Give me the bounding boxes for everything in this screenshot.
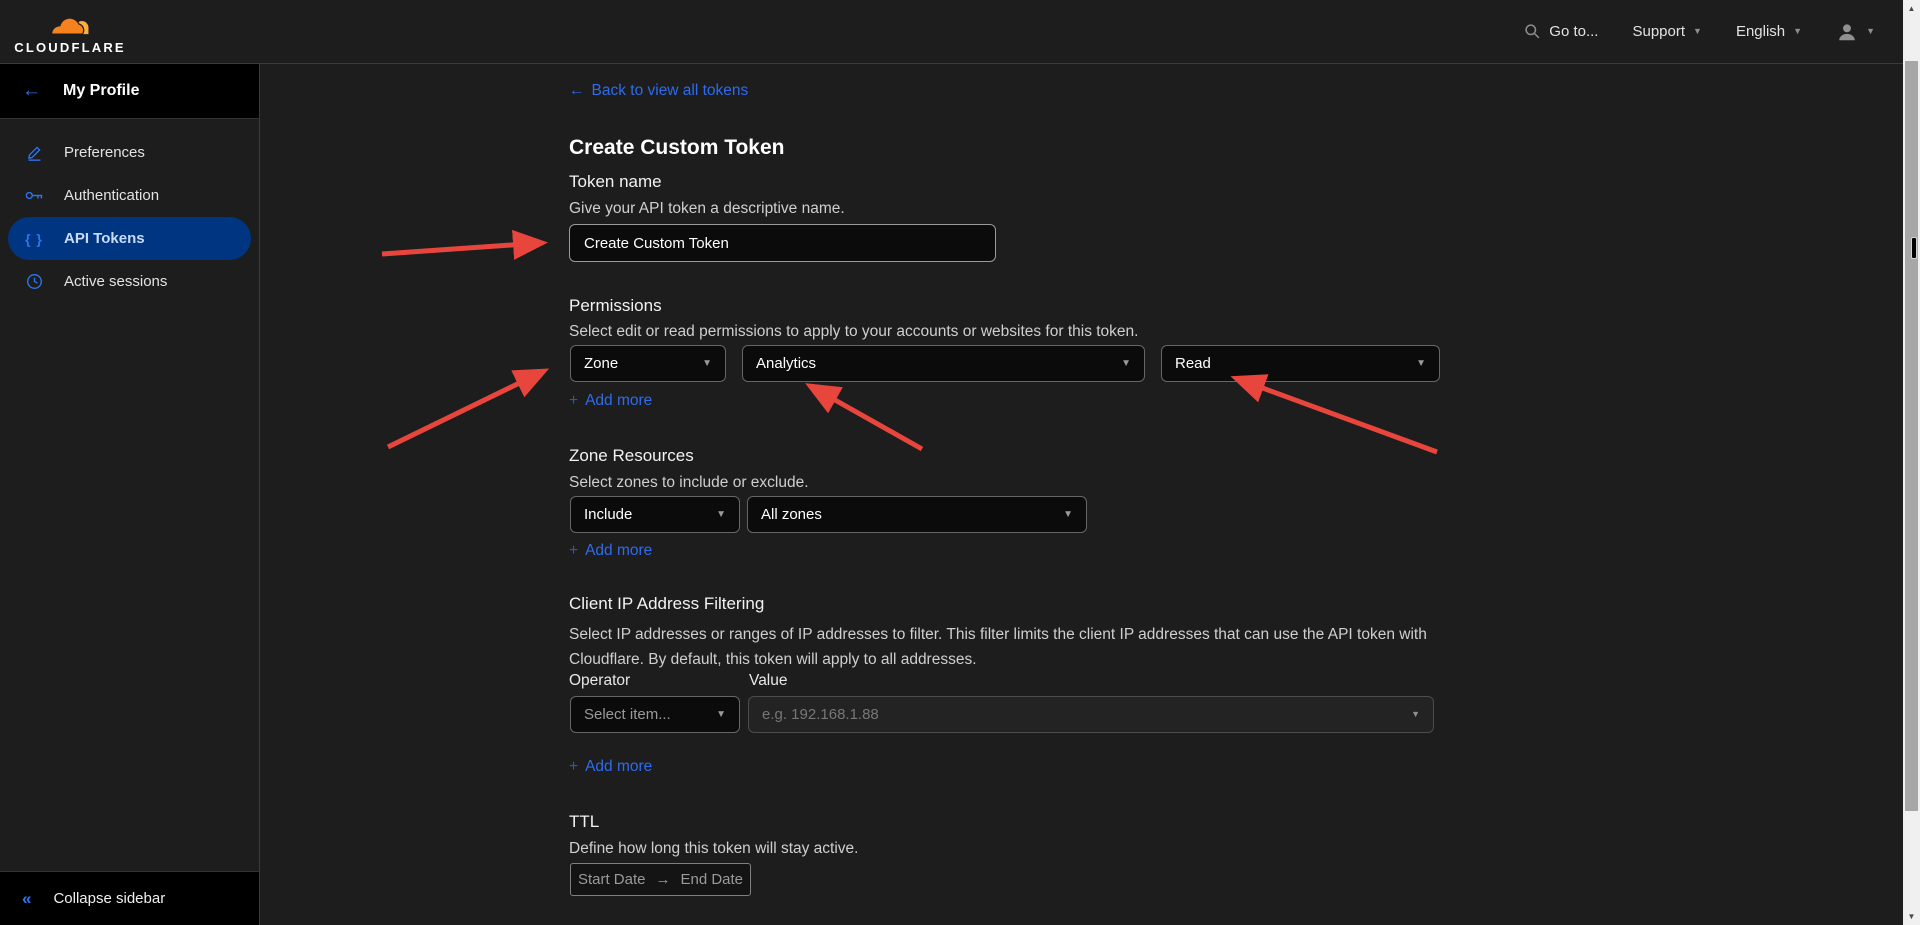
back-arrow-icon: ← (569, 82, 585, 100)
collapse-sidebar-label: Collapse sidebar (53, 890, 165, 907)
chevron-down-icon: ▼ (1416, 359, 1426, 369)
chevron-down-icon: ▼ (1063, 510, 1073, 520)
account-menu[interactable]: ▼ (1836, 21, 1875, 43)
end-date-label: End Date (680, 871, 743, 888)
token-name-description: Give your API token a descriptive name. (569, 200, 845, 218)
plus-icon: + (569, 542, 578, 560)
permission-scope-select[interactable]: Zone ▼ (570, 345, 726, 382)
chevron-down-icon: ▼ (716, 710, 726, 720)
operator-select[interactable]: Select item... ▼ (570, 696, 740, 733)
goto-search[interactable]: Go to... (1524, 23, 1598, 40)
language-menu[interactable]: English ▼ (1736, 23, 1802, 40)
add-more-label: Add more (585, 758, 652, 776)
annotation-arrow-analytics (812, 387, 922, 449)
mouse-cursor (1911, 237, 1917, 259)
top-navigation-bar: CLOUDFLARE Go to... Support ▼ English ▼ … (0, 0, 1903, 64)
clock-icon (24, 273, 44, 290)
ttl-date-range-picker[interactable]: Start Date → End Date (570, 863, 751, 896)
sidebar-item-label: Active sessions (64, 273, 167, 290)
zone-mode-value: Include (584, 506, 632, 523)
zones-select[interactable]: All zones ▼ (747, 496, 1087, 533)
key-icon (24, 188, 44, 203)
ip-filtering-label: Client IP Address Filtering (569, 594, 764, 614)
chevron-down-icon: ▼ (1793, 27, 1802, 36)
topnav-links: Go to... Support ▼ English ▼ ▼ (1524, 21, 1875, 43)
vertical-scrollbar[interactable]: ▲ ▼ (1903, 0, 1920, 925)
back-arrow-icon[interactable]: ← (22, 80, 41, 102)
token-name-label: Token name (569, 172, 662, 192)
braces-icon: { } (24, 231, 44, 247)
search-icon (1524, 23, 1541, 40)
sidebar-item-label: Authentication (64, 187, 159, 204)
sidebar-nav: Preferences Authentication { } API Token… (0, 119, 259, 303)
token-name-input[interactable] (569, 224, 996, 262)
sidebar-item-label: Preferences (64, 144, 145, 161)
pencil-icon (24, 144, 44, 161)
zone-resources-description: Select zones to include or exclude. (569, 474, 809, 492)
cloudflare-logo-word: CLOUDFLARE (14, 40, 126, 55)
annotation-arrow-zone (388, 372, 542, 447)
plus-icon: + (569, 392, 578, 410)
cloudflare-logo[interactable]: CLOUDFLARE (16, 9, 124, 55)
plus-icon: + (569, 758, 578, 776)
sidebar-item-preferences[interactable]: Preferences (8, 131, 251, 174)
operator-label: Operator (569, 672, 630, 690)
permission-access-value: Read (1175, 355, 1211, 372)
value-label: Value (749, 672, 788, 690)
cloudflare-cloud-icon (48, 9, 92, 39)
chevron-down-icon: ▼ (702, 359, 712, 369)
permission-access-select[interactable]: Read ▼ (1161, 345, 1440, 382)
ttl-description: Define how long this token will stay act… (569, 840, 858, 858)
chevron-down-icon: ▼ (1693, 27, 1702, 36)
back-to-tokens-link[interactable]: ← Back to view all tokens (569, 82, 748, 100)
chevron-down-icon: ▼ (716, 510, 726, 520)
collapse-sidebar-button[interactable]: « Collapse sidebar (0, 871, 259, 925)
sidebar-title: My Profile (63, 82, 139, 100)
scrollbar-up-arrow[interactable]: ▲ (1903, 0, 1920, 17)
page-title: Create Custom Token (569, 136, 785, 160)
annotation-arrows (0, 0, 1920, 925)
zone-resources-label: Zone Resources (569, 446, 694, 466)
support-menu[interactable]: Support ▼ (1632, 23, 1701, 40)
chevron-down-icon: ▼ (1121, 359, 1131, 369)
zone-resources-add-more-link[interactable]: + Add more (569, 542, 652, 560)
support-label: Support (1632, 23, 1685, 40)
chevron-down-icon: ▼ (1866, 27, 1875, 36)
ttl-label: TTL (569, 812, 599, 832)
sidebar-item-active-sessions[interactable]: Active sessions (8, 260, 251, 303)
permission-scope-value: Zone (584, 355, 618, 372)
permission-resource-select[interactable]: Analytics ▼ (742, 345, 1145, 382)
sidebar-item-authentication[interactable]: Authentication (8, 174, 251, 217)
add-more-label: Add more (585, 392, 652, 410)
permissions-label: Permissions (569, 296, 662, 316)
ip-filtering-add-more-link[interactable]: + Add more (569, 758, 652, 776)
range-arrow-icon: → (655, 871, 670, 888)
zone-mode-select[interactable]: Include ▼ (570, 496, 740, 533)
user-icon (1836, 21, 1858, 43)
chevron-down-icon: ▼ (1411, 710, 1420, 719)
sidebar: ← My Profile Preferences Authenti (0, 64, 260, 925)
goto-label: Go to... (1549, 23, 1598, 40)
permissions-add-more-link[interactable]: + Add more (569, 392, 652, 410)
operator-placeholder: Select item... (584, 706, 671, 723)
ip-filtering-description: Select IP addresses or ranges of IP addr… (569, 622, 1441, 672)
permission-resource-value: Analytics (756, 355, 816, 372)
scrollbar-down-arrow[interactable]: ▼ (1903, 908, 1920, 925)
ip-value-combobox[interactable]: ▼ (748, 696, 1434, 733)
collapse-chevrons-icon: « (22, 889, 31, 909)
add-more-label: Add more (585, 542, 652, 560)
ip-value-input[interactable] (762, 706, 1362, 723)
back-link-label: Back to view all tokens (592, 82, 749, 100)
sidebar-item-label: API Tokens (64, 230, 145, 247)
annotation-arrow-token-name (382, 243, 540, 254)
permissions-description: Select edit or read permissions to apply… (569, 323, 1138, 341)
zones-value: All zones (761, 506, 822, 523)
scrollbar-thumb[interactable] (1905, 61, 1918, 811)
sidebar-item-api-tokens[interactable]: { } API Tokens (8, 217, 251, 260)
annotation-arrow-read (1238, 379, 1437, 452)
language-label: English (1736, 23, 1785, 40)
start-date-label: Start Date (578, 871, 646, 888)
sidebar-header: ← My Profile (0, 64, 259, 119)
